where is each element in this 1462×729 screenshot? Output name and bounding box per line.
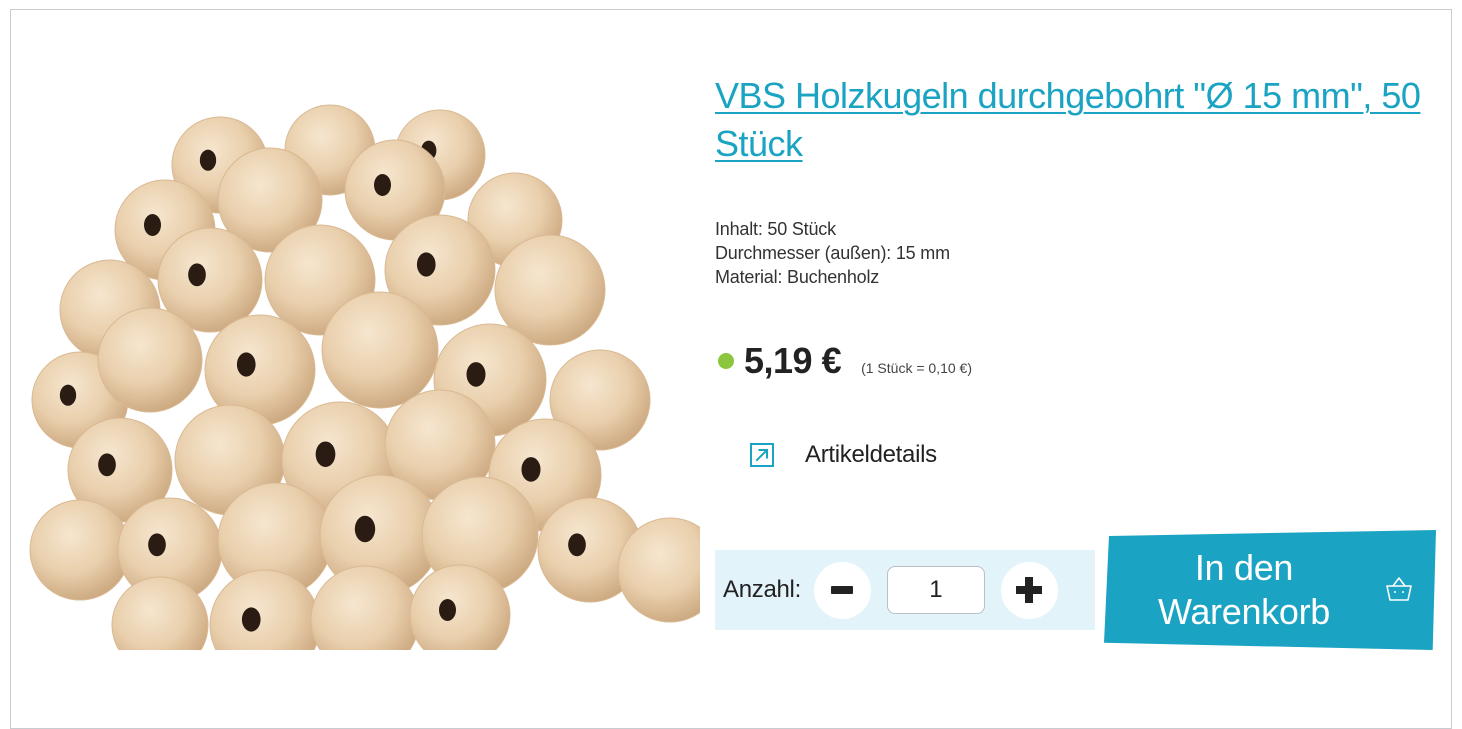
bead-hole	[466, 362, 486, 387]
bead-hole	[354, 515, 376, 543]
wooden-bead	[29, 499, 131, 601]
product-image[interactable]	[20, 80, 700, 650]
add-to-cart-label-line2: Warenkorb	[1157, 591, 1331, 632]
bead-hole	[148, 533, 166, 557]
add-to-cart-label: In den Warenkorb	[1119, 546, 1369, 634]
product-specs: Inhalt: 50 Stück Durchmesser (außen): 15…	[715, 217, 950, 289]
bead-hole	[59, 384, 77, 406]
external-arrow-icon	[750, 443, 774, 467]
bead-hole	[521, 457, 541, 482]
wooden-bead	[97, 307, 203, 413]
spec-diameter: Durchmesser (außen): 15 mm	[715, 243, 950, 263]
unit-price: (1 Stück = 0,10 €)	[861, 360, 972, 376]
price-row: 5,19 € (1 Stück = 0,10 €)	[718, 340, 972, 382]
bead-hole	[439, 599, 456, 621]
add-to-cart-button[interactable]: In den Warenkorb	[1104, 530, 1436, 650]
price: 5,19 €	[744, 340, 842, 381]
stock-indicator-dot	[718, 353, 734, 369]
add-to-cart-label-line1: In den	[1194, 547, 1294, 588]
bead-hole	[188, 263, 206, 287]
product-title[interactable]: VBS Holzkugeln durchgebohrt "Ø 15 mm", 5…	[715, 72, 1435, 168]
minus-icon	[831, 586, 854, 594]
bead-hole	[374, 174, 391, 196]
spec-material: Material: Buchenholz	[715, 267, 880, 287]
bead-hole	[98, 453, 116, 477]
bead-hole	[568, 533, 586, 557]
bead-hole	[416, 252, 436, 277]
spec-content: Inhalt: 50 Stück	[715, 219, 836, 239]
article-details-label: Artikeldetails	[805, 441, 937, 468]
article-details-link[interactable]: Artikeldetails	[750, 441, 937, 469]
wooden-bead	[321, 291, 439, 409]
bead-hole	[199, 149, 217, 171]
bead-hole	[236, 352, 256, 377]
basket-icon	[1386, 577, 1412, 601]
decrease-quantity-button[interactable]	[813, 561, 871, 619]
quantity-selector: Anzahl:	[715, 550, 1095, 630]
bead-hole	[144, 214, 161, 236]
quantity-input[interactable]	[886, 566, 985, 614]
bead-hole	[315, 441, 336, 467]
increase-quantity-button[interactable]	[1000, 561, 1058, 619]
plus-icon	[1016, 577, 1043, 603]
quantity-label: Anzahl:	[723, 576, 801, 603]
bead-hole	[241, 607, 261, 632]
